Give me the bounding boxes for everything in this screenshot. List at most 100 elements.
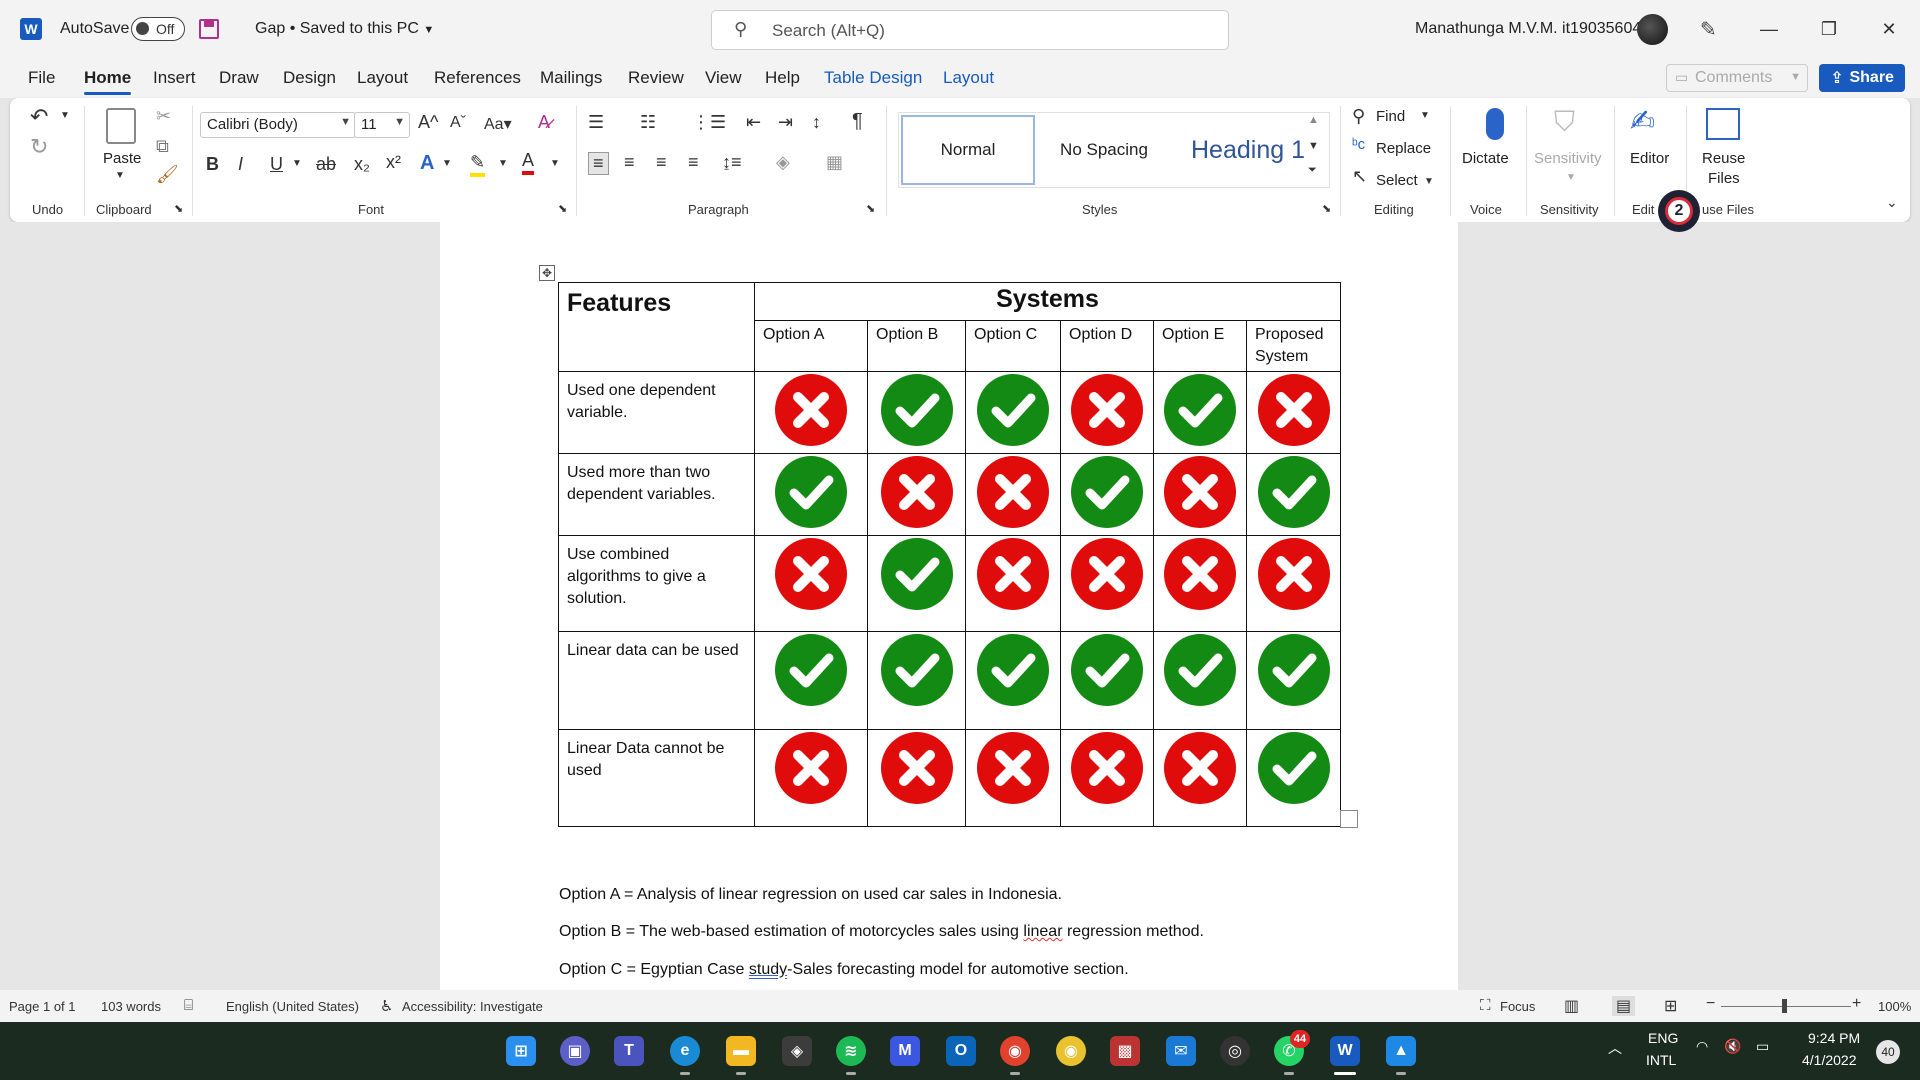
- tab-layout[interactable]: Layout: [357, 68, 408, 88]
- volume-muted-icon[interactable]: 🔇: [1724, 1038, 1741, 1055]
- decrease-indent-icon[interactable]: ⇤: [746, 112, 761, 133]
- option-a-header[interactable]: Option A: [754, 320, 868, 372]
- minimize-icon[interactable]: —: [1746, 14, 1792, 44]
- mark-cell[interactable]: [965, 631, 1061, 730]
- mark-cell[interactable]: [1153, 631, 1247, 730]
- mark-cell[interactable]: [754, 371, 868, 454]
- spelling-error[interactable]: linear: [1023, 923, 1062, 940]
- proofing-icon[interactable]: ⌸: [184, 997, 193, 1014]
- dialog-launcher-icon[interactable]: ⬊: [558, 202, 567, 215]
- mark-cell[interactable]: [867, 729, 966, 827]
- chevron-down-icon[interactable]: ▼: [292, 158, 302, 169]
- systems-header[interactable]: Systems: [754, 282, 1341, 321]
- mark-cell[interactable]: [1153, 371, 1247, 454]
- mark-cell[interactable]: [867, 371, 966, 454]
- tab-home[interactable]: Home: [84, 68, 132, 95]
- mark-cell[interactable]: [867, 535, 966, 632]
- comments-button[interactable]: ▭ Comments ▼: [1666, 64, 1808, 92]
- autosave-toggle[interactable]: Off: [131, 17, 185, 41]
- mark-cell[interactable]: [867, 631, 966, 730]
- mark-cell[interactable]: [754, 535, 868, 632]
- option-e-header[interactable]: Option E: [1153, 320, 1247, 372]
- search-input[interactable]: ⚲ Search (Alt+Q): [711, 10, 1229, 50]
- chrome-dev-icon[interactable]: ◉: [1000, 1036, 1030, 1066]
- align-center-icon[interactable]: ≡: [624, 152, 635, 173]
- proposed-system-header[interactable]: Proposed System: [1246, 320, 1341, 372]
- shading-icon[interactable]: ◈: [776, 152, 790, 173]
- highlight-icon[interactable]: ✎: [470, 152, 486, 177]
- mark-cell[interactable]: [754, 729, 868, 827]
- shrink-font-icon[interactable]: Aˇ: [450, 114, 466, 132]
- dictate-button[interactable]: Dictate: [1462, 150, 1509, 167]
- zoom-slider-thumb[interactable]: [1782, 999, 1787, 1013]
- tab-references[interactable]: References: [434, 68, 521, 88]
- feature-cell[interactable]: Used one dependent variable.: [558, 371, 755, 454]
- feature-cell[interactable]: Linear data can be used: [558, 631, 755, 730]
- language-line-2[interactable]: INTL: [1646, 1052, 1676, 1068]
- borders-icon[interactable]: ▦: [826, 152, 843, 173]
- align-left-icon[interactable]: ≡: [588, 152, 609, 175]
- photo-app-icon[interactable]: ▩: [1110, 1036, 1140, 1066]
- show-formatting-icon[interactable]: ¶: [852, 110, 863, 133]
- subscript-icon[interactable]: x₂: [354, 154, 370, 175]
- comparison-table[interactable]: Features Systems Option A Option B Optio…: [558, 282, 1341, 827]
- accessibility-icon[interactable]: ♿: [380, 997, 393, 1015]
- table-move-handle-icon[interactable]: ✥: [539, 265, 555, 281]
- dialog-launcher-icon[interactable]: ⬊: [174, 202, 183, 215]
- style-no-spacing[interactable]: No Spacing: [1037, 115, 1171, 185]
- mark-cell[interactable]: [1246, 631, 1341, 730]
- font-size-select[interactable]: 11 ▼: [354, 112, 410, 138]
- grow-font-icon[interactable]: A^: [418, 112, 438, 133]
- spotify-icon[interactable]: ≋: [836, 1036, 866, 1066]
- user-name[interactable]: Manathunga M.V.M. it19035604: [1415, 20, 1641, 38]
- multilevel-list-icon[interactable]: ⋮☰: [692, 112, 726, 133]
- notification-count[interactable]: 40: [1876, 1040, 1900, 1064]
- mark-cell[interactable]: [867, 453, 966, 536]
- line-spacing-icon[interactable]: ↨≡: [722, 152, 742, 173]
- print-layout-icon[interactable]: ▤: [1612, 996, 1636, 1016]
- tab-help[interactable]: Help: [765, 68, 800, 88]
- tab-insert[interactable]: Insert: [153, 68, 196, 88]
- zoom-out-icon[interactable]: −: [1706, 995, 1715, 1013]
- bold-icon[interactable]: B: [206, 154, 219, 175]
- grammar-error[interactable]: study: [749, 961, 787, 978]
- increase-indent-icon[interactable]: ⇥: [778, 112, 793, 133]
- read-mode-icon[interactable]: ▥: [1564, 996, 1579, 1016]
- clock-date[interactable]: 4/1/2022: [1802, 1052, 1857, 1068]
- close-icon[interactable]: ✕: [1866, 14, 1912, 44]
- avatar[interactable]: [1637, 14, 1668, 45]
- web-layout-icon[interactable]: ⊞: [1664, 996, 1677, 1016]
- paragraph-option-a[interactable]: Option A = Analysis of linear regression…: [559, 886, 1062, 904]
- table-resize-handle[interactable]: [1340, 810, 1358, 828]
- dialog-launcher-icon[interactable]: ⬊: [866, 202, 875, 215]
- font-name-select[interactable]: Calibri (Body) ▼: [200, 112, 356, 138]
- text-effects-icon[interactable]: A: [420, 152, 434, 175]
- document-title[interactable]: Gap • Saved to this PC ▼: [255, 20, 434, 38]
- paste-icon[interactable]: [106, 108, 136, 144]
- chrome-icon[interactable]: ◉: [1056, 1036, 1086, 1066]
- restore-icon[interactable]: ❐: [1806, 14, 1852, 44]
- edge-icon[interactable]: e: [670, 1036, 700, 1066]
- mark-cell[interactable]: [1060, 729, 1154, 827]
- select-button[interactable]: Select: [1376, 172, 1418, 189]
- obs-icon[interactable]: ◎: [1220, 1036, 1250, 1066]
- mark-cell[interactable]: [1153, 535, 1247, 632]
- change-case-icon[interactable]: Aa▾: [484, 114, 512, 134]
- reuse-files-icon[interactable]: [1706, 108, 1740, 140]
- outlook-icon[interactable]: O: [946, 1036, 976, 1066]
- tab-file[interactable]: File: [28, 68, 55, 88]
- cut-icon[interactable]: ✂: [156, 106, 171, 127]
- paragraph-option-b[interactable]: Option B = The web-based estimation of m…: [559, 923, 1204, 941]
- bullets-icon[interactable]: ☰: [588, 112, 604, 133]
- word-taskbar-icon[interactable]: W: [1330, 1036, 1360, 1066]
- mark-cell[interactable]: [1246, 535, 1341, 632]
- strikethrough-icon[interactable]: ab: [316, 154, 336, 175]
- clock-time[interactable]: 9:24 PM: [1808, 1030, 1860, 1046]
- sensitivity-button[interactable]: Sensitivity: [1534, 150, 1602, 167]
- find-icon[interactable]: ⚲: [1352, 106, 1365, 127]
- editor-icon[interactable]: ✍: [1630, 104, 1655, 139]
- paste-label[interactable]: Paste: [103, 150, 141, 167]
- find-button[interactable]: Find: [1376, 108, 1405, 125]
- mark-cell[interactable]: [1060, 371, 1154, 454]
- chevron-down-icon[interactable]: ▼: [550, 158, 560, 169]
